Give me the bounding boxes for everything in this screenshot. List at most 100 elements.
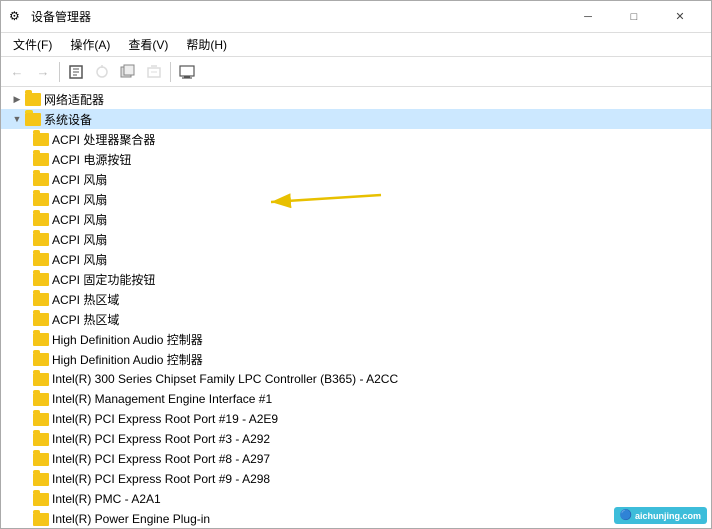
content-area: ▶ 网络适配器 ▼ 系统设备 ACPI 处理器聚合器 ACPI 电源按钮 <box>1 87 711 528</box>
update-icon <box>120 64 136 80</box>
folder-icon <box>33 311 49 327</box>
expand-icon[interactable]: ▶ <box>9 91 25 107</box>
item-label: Intel(R) Power Engine Plug-in <box>52 512 210 526</box>
list-item[interactable]: ACPI 热区域 <box>1 289 711 309</box>
list-item[interactable]: ▼ 系统设备 <box>1 109 711 129</box>
item-label: Intel(R) PCI Express Root Port #9 - A298 <box>52 472 270 486</box>
folder-icon <box>33 411 49 427</box>
item-label: High Definition Audio 控制器 <box>52 331 203 348</box>
folder-icon <box>33 511 49 527</box>
toolbar-separator-1 <box>59 62 60 82</box>
uninstall-icon <box>146 64 162 80</box>
device-tree[interactable]: ▶ 网络适配器 ▼ 系统设备 ACPI 处理器聚合器 ACPI 电源按钮 <box>1 87 711 528</box>
folder-icon <box>33 371 49 387</box>
minimize-button[interactable]: ─ <box>565 1 611 33</box>
list-item[interactable]: ACPI 电源按钮 <box>1 149 711 169</box>
list-item[interactable]: High Definition Audio 控制器 <box>1 349 711 369</box>
titlebar-buttons: ─ □ ✕ <box>565 1 703 33</box>
list-item[interactable]: Intel(R) Management Engine Interface #1 <box>1 389 711 409</box>
folder-icon <box>33 171 49 187</box>
item-label: Intel(R) PCI Express Root Port #3 - A292 <box>52 432 270 446</box>
folder-icon <box>33 351 49 367</box>
folder-icon <box>33 491 49 507</box>
maximize-button[interactable]: □ <box>611 1 657 33</box>
display-icon <box>179 64 195 80</box>
window-icon: ⚙ <box>9 9 25 25</box>
toolbar-separator-2 <box>170 62 171 82</box>
folder-icon <box>33 391 49 407</box>
item-label: Intel(R) 300 Series Chipset Family LPC C… <box>52 372 398 386</box>
item-label: ACPI 处理器聚合器 <box>52 131 155 148</box>
item-label: High Definition Audio 控制器 <box>52 351 203 368</box>
item-label: ACPI 风扇 <box>52 231 107 248</box>
watermark-text: aichunjing.com <box>635 511 701 521</box>
list-item[interactable]: Intel(R) PMC - A2A1 <box>1 489 711 509</box>
forward-button[interactable]: → <box>31 61 55 83</box>
item-label: ACPI 固定功能按钮 <box>52 271 155 288</box>
list-item[interactable]: Intel(R) PCI Express Root Port #3 - A292 <box>1 429 711 449</box>
close-button[interactable]: ✕ <box>657 1 703 33</box>
window-title: 设备管理器 <box>31 8 565 25</box>
list-item[interactable]: ▶ 网络适配器 <box>1 89 711 109</box>
folder-icon <box>33 291 49 307</box>
item-label: ACPI 风扇 <box>52 251 107 268</box>
toolbar-btn-3[interactable] <box>116 61 140 83</box>
item-label: ACPI 风扇 <box>52 211 107 228</box>
menubar: 文件(F) 操作(A) 查看(V) 帮助(H) <box>1 33 711 57</box>
list-item[interactable]: ACPI 风扇 <box>1 229 711 249</box>
titlebar: ⚙ 设备管理器 ─ □ ✕ <box>1 1 711 33</box>
list-item[interactable]: Intel(R) PCI Express Root Port #8 - A297 <box>1 449 711 469</box>
item-label: ACPI 风扇 <box>52 191 107 208</box>
toolbar-btn-5[interactable] <box>175 61 199 83</box>
folder-icon <box>33 331 49 347</box>
list-item[interactable]: ACPI 处理器聚合器 <box>1 129 711 149</box>
toolbar: ← → <box>1 57 711 87</box>
folder-icon <box>33 451 49 467</box>
item-label: Intel(R) PMC - A2A1 <box>52 492 161 506</box>
item-label: Intel(R) Management Engine Interface #1 <box>52 392 272 406</box>
folder-icon <box>33 231 49 247</box>
item-label: ACPI 热区域 <box>52 311 119 328</box>
item-label: Intel(R) PCI Express Root Port #8 - A297 <box>52 452 270 466</box>
item-label: ACPI 风扇 <box>52 171 107 188</box>
folder-icon <box>33 471 49 487</box>
toolbar-btn-2[interactable] <box>90 61 114 83</box>
expand-icon[interactable]: ▼ <box>9 111 25 127</box>
watermark: 🔵 aichunjing.com <box>614 507 707 524</box>
folder-icon <box>25 91 41 107</box>
item-label: ACPI 电源按钮 <box>52 151 131 168</box>
folder-icon <box>33 251 49 267</box>
folder-icon <box>33 191 49 207</box>
toolbar-btn-1[interactable] <box>64 61 88 83</box>
menu-view[interactable]: 查看(V) <box>120 34 176 55</box>
item-label: 系统设备 <box>44 111 92 128</box>
list-item[interactable]: ACPI 风扇 <box>1 209 711 229</box>
item-label: Intel(R) PCI Express Root Port #19 - A2E… <box>52 412 278 426</box>
folder-open-icon <box>25 111 41 127</box>
folder-icon <box>33 431 49 447</box>
properties-icon <box>68 64 84 80</box>
list-item[interactable]: ACPI 风扇 <box>1 249 711 269</box>
list-item[interactable]: ACPI 热区域 <box>1 309 711 329</box>
list-item[interactable]: ACPI 固定功能按钮 <box>1 269 711 289</box>
item-label: 网络适配器 <box>44 91 104 108</box>
watermark-logo: 🔵 <box>620 510 632 521</box>
scan-icon <box>94 64 110 80</box>
back-button[interactable]: ← <box>5 61 29 83</box>
list-item[interactable]: High Definition Audio 控制器 <box>1 329 711 349</box>
list-item[interactable]: Intel(R) PCI Express Root Port #19 - A2E… <box>1 409 711 429</box>
device-manager-window: ⚙ 设备管理器 ─ □ ✕ 文件(F) 操作(A) 查看(V) 帮助(H) ← … <box>0 0 712 529</box>
list-item[interactable]: ACPI 风扇 <box>1 189 711 209</box>
menu-help[interactable]: 帮助(H) <box>178 34 235 55</box>
folder-icon <box>33 131 49 147</box>
item-label: ACPI 热区域 <box>52 291 119 308</box>
list-item[interactable]: Intel(R) Power Engine Plug-in <box>1 509 711 528</box>
list-item[interactable]: Intel(R) 300 Series Chipset Family LPC C… <box>1 369 711 389</box>
list-item[interactable]: ACPI 风扇 <box>1 169 711 189</box>
menu-action[interactable]: 操作(A) <box>62 34 118 55</box>
list-item[interactable]: Intel(R) PCI Express Root Port #9 - A298 <box>1 469 711 489</box>
folder-icon <box>33 151 49 167</box>
toolbar-btn-4[interactable] <box>142 61 166 83</box>
folder-icon <box>33 211 49 227</box>
menu-file[interactable]: 文件(F) <box>5 34 60 55</box>
